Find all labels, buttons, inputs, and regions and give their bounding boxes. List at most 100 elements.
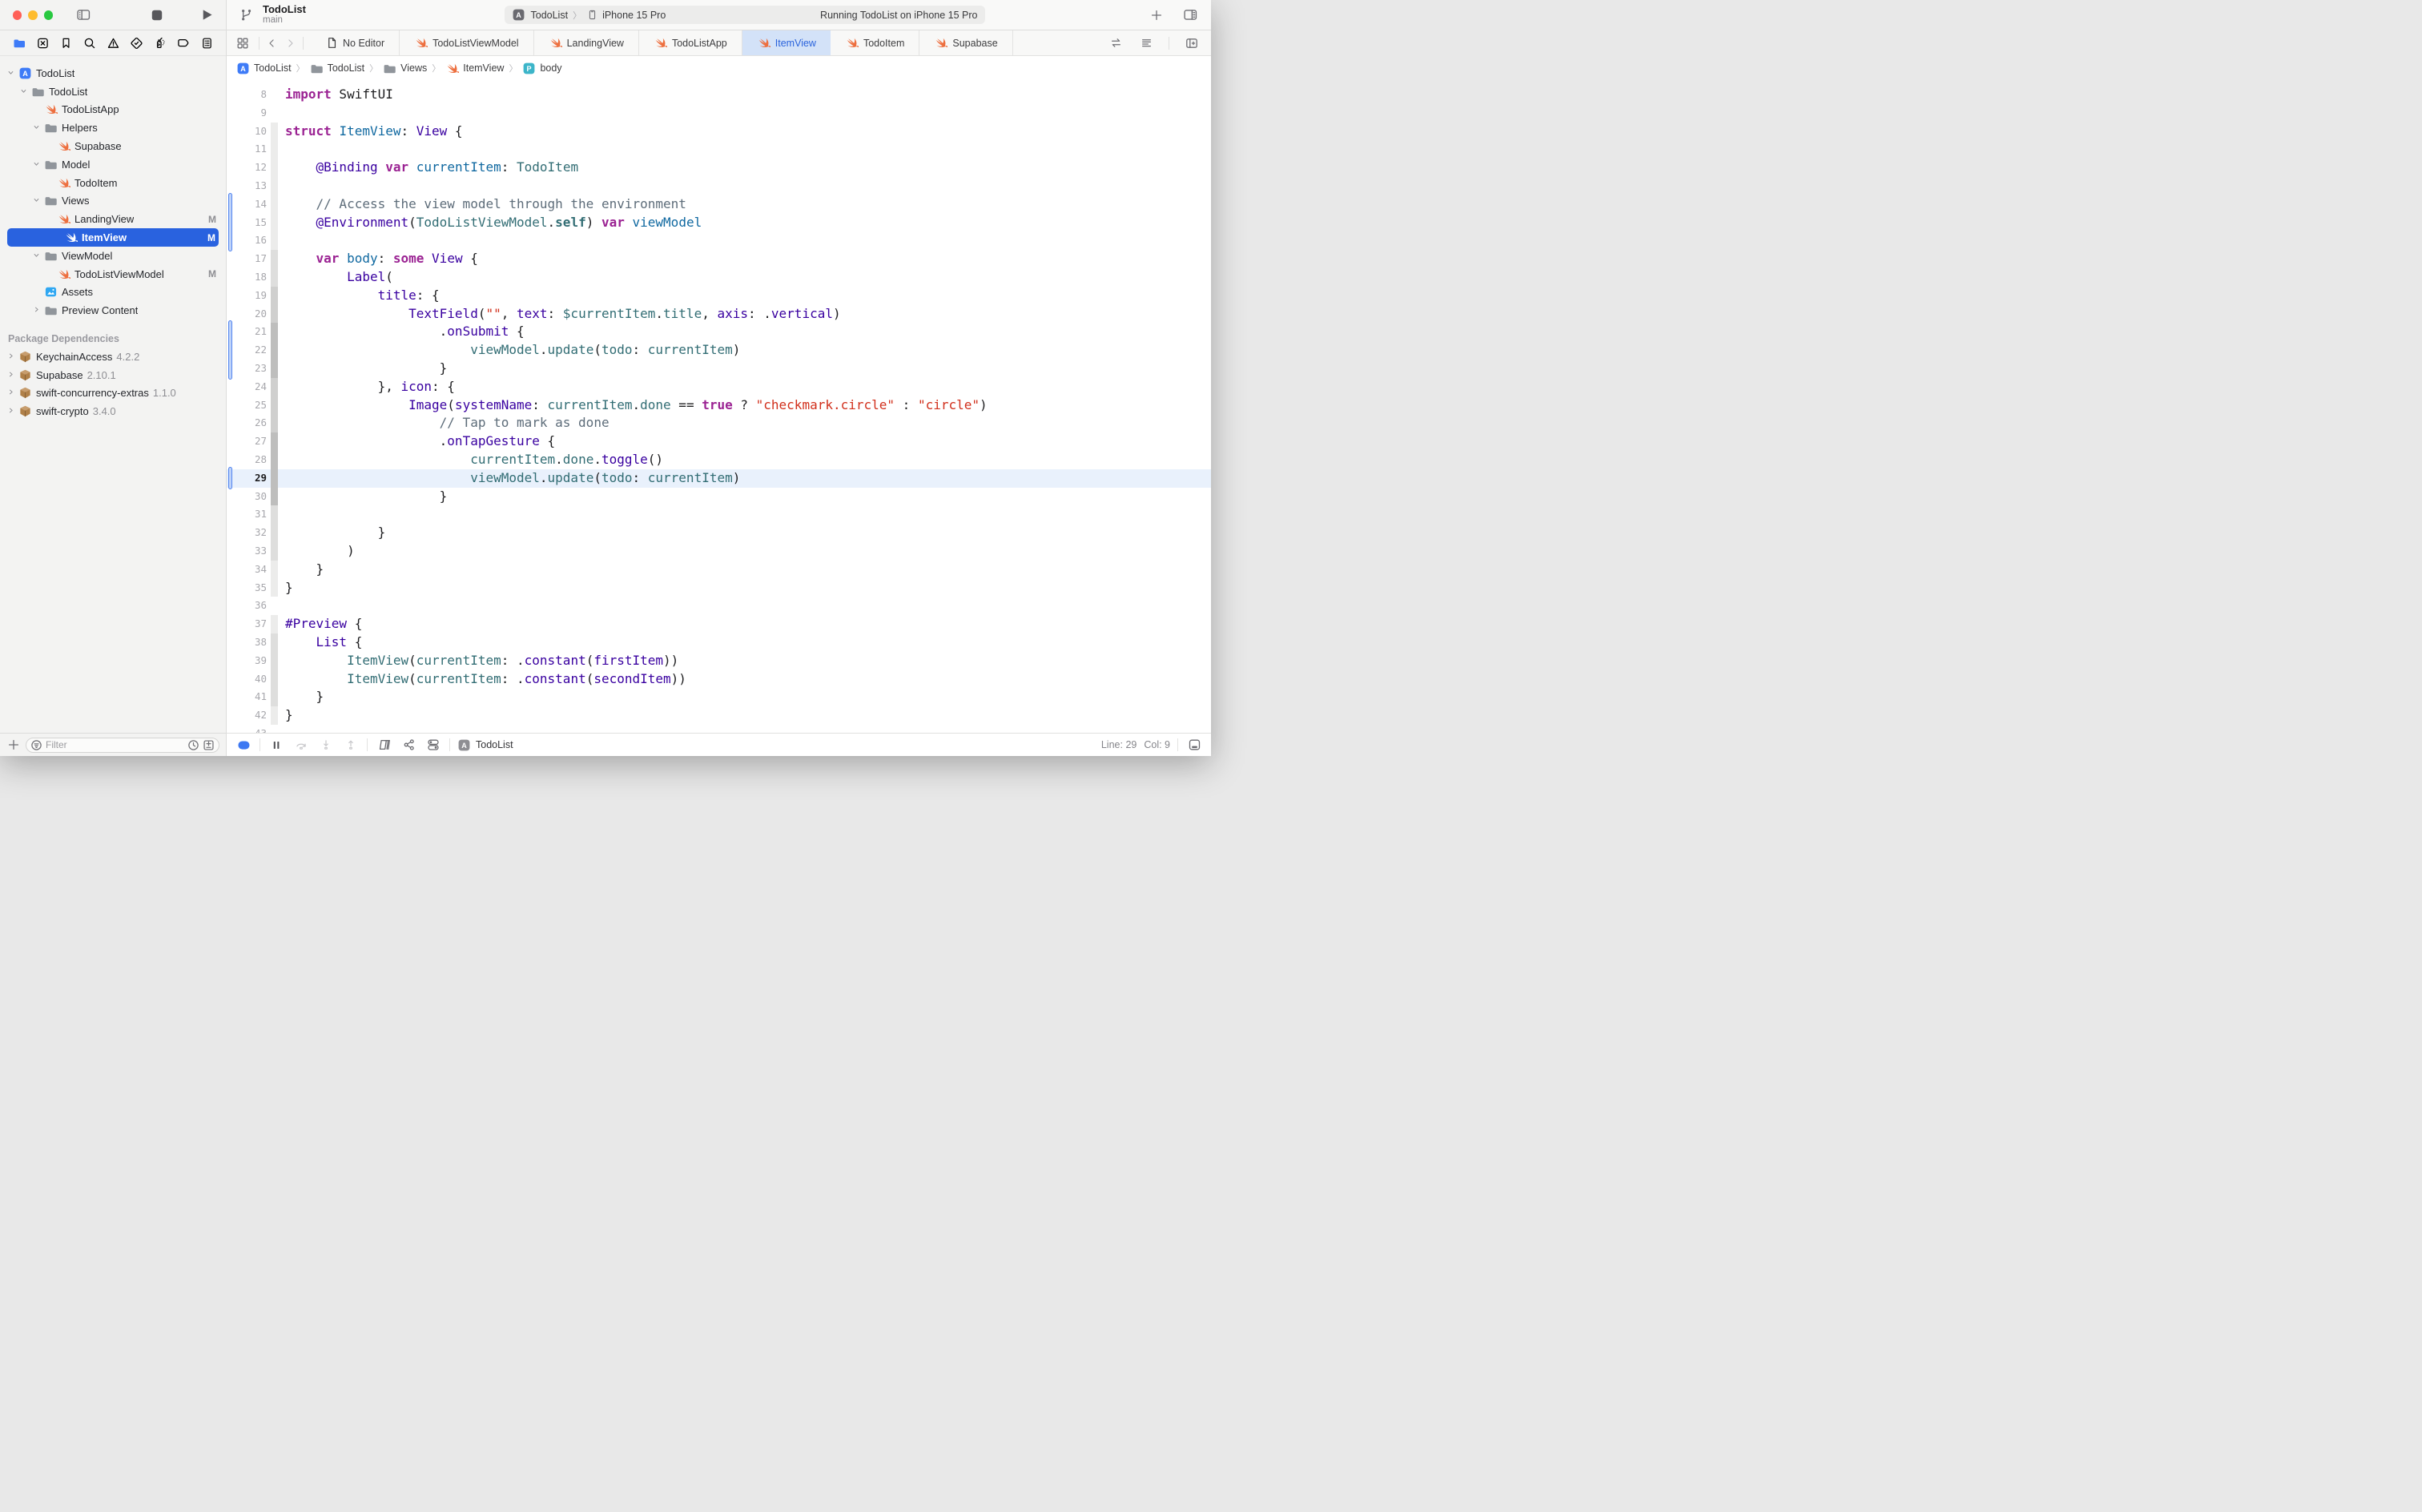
code-line[interactable]: 11 xyxy=(227,140,1211,159)
line-number[interactable]: 23 xyxy=(227,360,267,378)
disclosure-right-icon[interactable] xyxy=(5,388,18,397)
code-line[interactable]: 40 ItemView(currentItem: .constant(secon… xyxy=(227,670,1211,689)
line-number[interactable]: 28 xyxy=(227,451,267,469)
stop-button[interactable] xyxy=(147,5,168,26)
breadcrumb-item-todolist[interactable]: ATodoList xyxy=(236,62,292,75)
line-number[interactable]: 34 xyxy=(227,561,267,579)
code-line[interactable]: 14 // Access the view model through the … xyxy=(227,195,1211,214)
line-number[interactable]: 10 xyxy=(227,123,267,141)
code-line[interactable]: 19 title: { xyxy=(227,287,1211,305)
line-number[interactable]: 32 xyxy=(227,524,267,542)
line-number[interactable]: 8 xyxy=(227,86,267,104)
code-line[interactable]: 20 TextField("", text: $currentItem.titl… xyxy=(227,305,1211,324)
fold-ribbon[interactable] xyxy=(271,451,278,469)
fold-ribbon[interactable] xyxy=(271,140,278,159)
tab-todolistapp[interactable]: TodoListApp xyxy=(639,30,742,55)
code-line[interactable]: 16 xyxy=(227,231,1211,250)
code-line[interactable]: 8import SwiftUI xyxy=(227,86,1211,104)
fold-ribbon[interactable] xyxy=(271,725,278,733)
package-item-swift-concurrency-extras[interactable]: swift-concurrency-extras1.1.0 xyxy=(0,384,226,403)
disclosure-down-icon[interactable] xyxy=(5,69,18,78)
fold-ribbon[interactable] xyxy=(271,579,278,597)
code-line[interactable]: 39 ItemView(currentItem: .constant(first… xyxy=(227,652,1211,670)
source-control-navigator-icon[interactable] xyxy=(33,34,52,53)
fold-ribbon[interactable] xyxy=(271,488,278,506)
project-status-group[interactable]: TodoList main xyxy=(235,4,355,26)
code-line[interactable]: 17 var body: some View { xyxy=(227,250,1211,268)
fold-ribbon[interactable] xyxy=(271,159,278,177)
line-number[interactable]: 26 xyxy=(227,414,267,432)
fold-ribbon[interactable] xyxy=(271,524,278,542)
fold-ribbon[interactable] xyxy=(271,360,278,378)
line-number[interactable]: 43 xyxy=(227,725,267,733)
disclosure-right-icon[interactable] xyxy=(5,352,18,361)
fold-ribbon[interactable] xyxy=(271,469,278,488)
code-line[interactable]: 18 Label( xyxy=(227,268,1211,287)
minimap-icon[interactable] xyxy=(1135,33,1157,54)
code-line[interactable]: 13 xyxy=(227,177,1211,195)
line-number[interactable]: 17 xyxy=(227,250,267,268)
fold-ribbon[interactable] xyxy=(271,414,278,432)
line-number[interactable]: 37 xyxy=(227,615,267,633)
add-icon[interactable] xyxy=(6,734,21,755)
fold-ribbon[interactable] xyxy=(271,123,278,141)
line-number[interactable]: 24 xyxy=(227,378,267,396)
line-number[interactable]: 36 xyxy=(227,597,267,615)
code-line[interactable]: 43 xyxy=(227,725,1211,733)
find-navigator-icon[interactable] xyxy=(80,34,99,53)
line-number[interactable]: 33 xyxy=(227,542,267,561)
line-number[interactable]: 12 xyxy=(227,159,267,177)
code-line[interactable]: 25 Image(systemName: currentItem.done ==… xyxy=(227,396,1211,415)
tab-supabase[interactable]: Supabase xyxy=(919,30,1012,55)
code-line[interactable]: 12 @Binding var currentItem: TodoItem xyxy=(227,159,1211,177)
code-review-icon[interactable] xyxy=(1104,33,1127,54)
scheme-app-label[interactable]: TodoList xyxy=(531,10,569,21)
tree-item-todolist[interactable]: ATodoList xyxy=(0,64,226,82)
disclosure-right-icon[interactable] xyxy=(30,306,43,315)
package-item-supabase[interactable]: Supabase2.10.1 xyxy=(0,366,226,384)
close-button[interactable] xyxy=(13,10,22,20)
fold-ribbon[interactable] xyxy=(271,287,278,305)
issues-navigator-icon[interactable] xyxy=(103,34,123,53)
tree-item-itemview[interactable]: ItemViewM xyxy=(7,228,219,247)
disclosure-down-icon[interactable] xyxy=(18,87,30,96)
code-line[interactable]: 24 }, icon: { xyxy=(227,378,1211,396)
code-line[interactable]: 21 .onSubmit { xyxy=(227,323,1211,341)
sidebar-toggle-icon[interactable] xyxy=(72,5,94,26)
run-button[interactable] xyxy=(196,5,218,26)
fold-ribbon[interactable] xyxy=(271,615,278,633)
code-line[interactable]: 28 currentItem.done.toggle() xyxy=(227,451,1211,469)
code-line[interactable]: 42} xyxy=(227,706,1211,725)
fold-ribbon[interactable] xyxy=(271,706,278,725)
code-line[interactable]: 33 ) xyxy=(227,542,1211,561)
fold-ribbon[interactable] xyxy=(271,86,278,104)
code-line[interactable]: 15 @Environment(TodoListViewModel.self) … xyxy=(227,214,1211,232)
tree-item-todolistapp[interactable]: TodoListApp xyxy=(0,101,226,119)
memory-graph-icon[interactable] xyxy=(400,736,417,754)
line-number[interactable]: 35 xyxy=(227,579,267,597)
code-line[interactable]: 30 } xyxy=(227,488,1211,506)
fold-ribbon[interactable] xyxy=(271,432,278,451)
code-line[interactable]: 34 } xyxy=(227,561,1211,579)
add-editor-icon[interactable] xyxy=(1181,33,1203,54)
disclosure-right-icon[interactable] xyxy=(5,371,18,380)
disclosure-down-icon[interactable] xyxy=(30,123,43,132)
breadcrumb-item-itemview[interactable]: ItemView xyxy=(445,62,504,75)
line-number[interactable]: 16 xyxy=(227,231,267,250)
breakpoints-navigator-icon[interactable] xyxy=(174,34,193,53)
line-number[interactable]: 25 xyxy=(227,396,267,415)
line-number[interactable]: 9 xyxy=(227,104,267,123)
code-line[interactable]: 36 xyxy=(227,597,1211,615)
editor-grid-icon[interactable] xyxy=(231,33,254,54)
fold-ribbon[interactable] xyxy=(271,633,278,652)
fold-ribbon[interactable] xyxy=(271,305,278,324)
code-line[interactable]: 35} xyxy=(227,579,1211,597)
tree-item-views[interactable]: Views xyxy=(0,192,226,211)
code-line[interactable]: 32 } xyxy=(227,524,1211,542)
tree-item-helpers[interactable]: Helpers xyxy=(0,119,226,137)
code-line[interactable]: 29 viewModel.update(todo: currentItem) xyxy=(227,469,1211,488)
add-tab-button[interactable] xyxy=(1145,5,1168,26)
line-number[interactable]: 19 xyxy=(227,287,267,305)
forward-chevron-icon[interactable] xyxy=(282,33,298,54)
breadcrumb-item-todolist[interactable]: TodoList xyxy=(310,62,365,75)
